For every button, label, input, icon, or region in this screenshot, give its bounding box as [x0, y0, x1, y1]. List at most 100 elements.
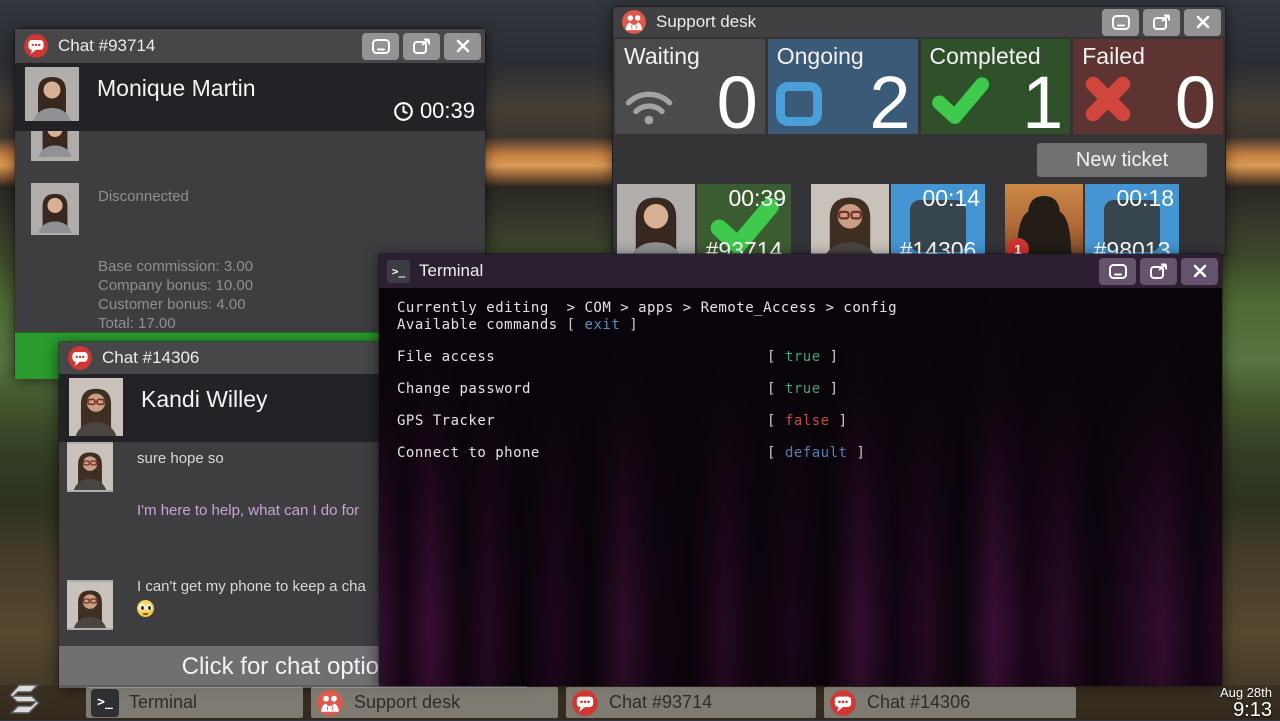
counter-failed: Failed 0 — [1073, 39, 1223, 140]
commands-prefix: Available commands — [397, 317, 558, 333]
popout-button[interactable] — [1140, 257, 1177, 285]
counter-value: 0 — [1174, 61, 1216, 144]
counter-completed: Completed 1 — [920, 39, 1071, 140]
avatar-kandi — [67, 442, 113, 492]
close-button[interactable] — [1181, 257, 1218, 285]
ticket-93714[interactable]: 00:39 #93714 — [617, 184, 791, 255]
counter-label: Failed — [1082, 43, 1145, 69]
ticket-counters: Waiting 0 Ongoing 2 Completed 1 Failed 0 — [613, 37, 1225, 140]
taskbar-item-support-desk[interactable]: Support desk — [311, 687, 558, 718]
taskbar: >_ Terminal Support desk Chat #93714 Cha… — [0, 684, 1280, 720]
setting-value: false — [784, 413, 830, 429]
customer-message: sure hope so — [137, 450, 224, 467]
chat1-timer: 00:39 — [393, 98, 475, 124]
minimize-button[interactable] — [1102, 8, 1139, 36]
setting-name: Change password — [397, 381, 531, 397]
setting-name: Connect to phone — [397, 445, 540, 461]
ticket-status-tile: 00:39 #93714 — [697, 184, 791, 255]
support-desk-titlebar[interactable]: Support desk — [613, 7, 1225, 37]
ticket-status-tile: 00:14 #14306 — [891, 184, 985, 255]
commission-line: Total: 17.00 — [98, 315, 176, 332]
window-title: Chat #14306 — [102, 348, 200, 367]
window-title: Terminal — [419, 261, 484, 280]
support-desk-window: Support desk Waiting 0 Ongoing 2 Complet… — [612, 6, 1226, 256]
counter-label: Waiting — [624, 43, 700, 69]
terminal-icon: >_ — [91, 688, 119, 717]
window-title: Support desk — [656, 12, 757, 31]
terminal-output: Currently editing > COM > apps > Remote_… — [379, 288, 1222, 686]
customer-name: Monique Martin — [97, 75, 256, 101]
avatar-kandi — [811, 184, 889, 255]
counter-ongoing: Ongoing 2 — [767, 39, 918, 140]
avatar-monique — [31, 183, 79, 235]
terminal-setting-gps-tracker: GPS Tracker [false] — [397, 413, 848, 429]
terminal-commands-line: Available commands [ exit ] — [397, 317, 639, 333]
x-mark-icon — [1085, 76, 1131, 122]
support-desk-icon — [622, 10, 646, 34]
terminal-setting-file-access: File access [true] — [397, 349, 839, 365]
counter-value: 0 — [716, 61, 758, 144]
taskbar-item-chat-93714[interactable]: Chat #93714 — [566, 687, 816, 718]
support-desk-actions: New ticket — [613, 136, 1225, 184]
commission-line: Base commission: 3.00 — [98, 258, 254, 275]
ticket-timer: 00:39 — [728, 185, 786, 211]
avatar-kandi — [67, 580, 113, 630]
chat-bubble-icon — [830, 689, 856, 716]
window-title: Chat #93714 — [58, 36, 156, 55]
terminal-path-line: Currently editing > COM > apps > Remote_… — [397, 300, 898, 316]
terminal-icon: >_ — [387, 259, 410, 283]
commission-summary: Base commission: 3.00 Company bonus: 10.… — [98, 257, 253, 332]
ticket-98013[interactable]: 1 00:18 #98013 — [1005, 184, 1179, 255]
flushed-emoji — [137, 600, 154, 622]
setting-value: default — [784, 445, 848, 461]
wifi-icon — [625, 91, 673, 125]
customer-message: I can't get my phone to keep a cha — [137, 578, 366, 595]
close-button[interactable] — [444, 32, 481, 60]
disconnected-message: Disconnected — [98, 188, 189, 205]
chat1-titlebar[interactable]: Chat #93714 — [15, 29, 485, 63]
commission-line: Customer bonus: 4.00 — [98, 296, 246, 313]
setting-name: File access — [397, 349, 496, 365]
counter-value: 1 — [1022, 61, 1064, 144]
agent-message: I'm here to help, what can I do for — [137, 502, 360, 519]
chat1-customer-header: Monique Martin 00:39 — [15, 63, 485, 131]
ticket-14306[interactable]: 00:14 #14306 — [811, 184, 985, 255]
new-ticket-button[interactable]: New ticket — [1037, 143, 1207, 177]
minimize-button[interactable] — [1099, 257, 1136, 285]
avatar-monique-cut — [31, 131, 79, 161]
counter-label: Ongoing — [776, 43, 864, 69]
terminal-setting-connect-phone: Connect to phone [default] — [397, 445, 866, 461]
terminal-window: >_ Terminal Currently editing > COM > ap… — [378, 253, 1223, 686]
timer-value: 00:39 — [419, 98, 475, 123]
exit-command: exit — [584, 317, 621, 333]
counter-value: 2 — [869, 61, 911, 144]
setting-value: true — [784, 381, 821, 397]
minimize-button[interactable] — [362, 32, 399, 60]
customer-name: Kandi Willey — [141, 386, 268, 412]
avatar-silhouette: 1 — [1005, 184, 1083, 255]
counter-waiting: Waiting 0 — [615, 39, 765, 140]
ticket-list: 00:39 #93714 00:14 #14306 1 00:18 #98013 — [613, 184, 1225, 255]
avatar-monique — [617, 184, 695, 255]
close-button[interactable] — [1184, 8, 1221, 36]
ticket-timer: 00:18 — [1116, 185, 1174, 211]
avatar-kandi — [69, 378, 123, 436]
taskbar-item-chat-14306[interactable]: Chat #14306 — [824, 687, 1076, 718]
start-logo[interactable] — [5, 679, 45, 719]
commission-line: Company bonus: 10.00 — [98, 277, 254, 294]
checkmark-icon — [931, 77, 989, 124]
support-desk-icon — [317, 689, 343, 716]
popout-button[interactable] — [403, 32, 440, 60]
popout-button[interactable] — [1143, 8, 1180, 36]
taskbar-item-terminal[interactable]: >_ Terminal — [86, 687, 303, 718]
clock-icon — [394, 101, 413, 121]
chat-bubble-icon — [572, 689, 598, 716]
terminal-titlebar[interactable]: >_ Terminal — [379, 254, 1222, 288]
setting-name: GPS Tracker — [397, 413, 496, 429]
ongoing-window-icon — [775, 82, 822, 126]
chat-bubble-icon — [24, 34, 48, 58]
system-date: Aug 28th — [1219, 685, 1272, 700]
chat-bubble-icon — [68, 346, 92, 370]
ticket-status-tile: 00:18 #98013 — [1085, 184, 1179, 255]
avatar-monique — [25, 67, 79, 121]
